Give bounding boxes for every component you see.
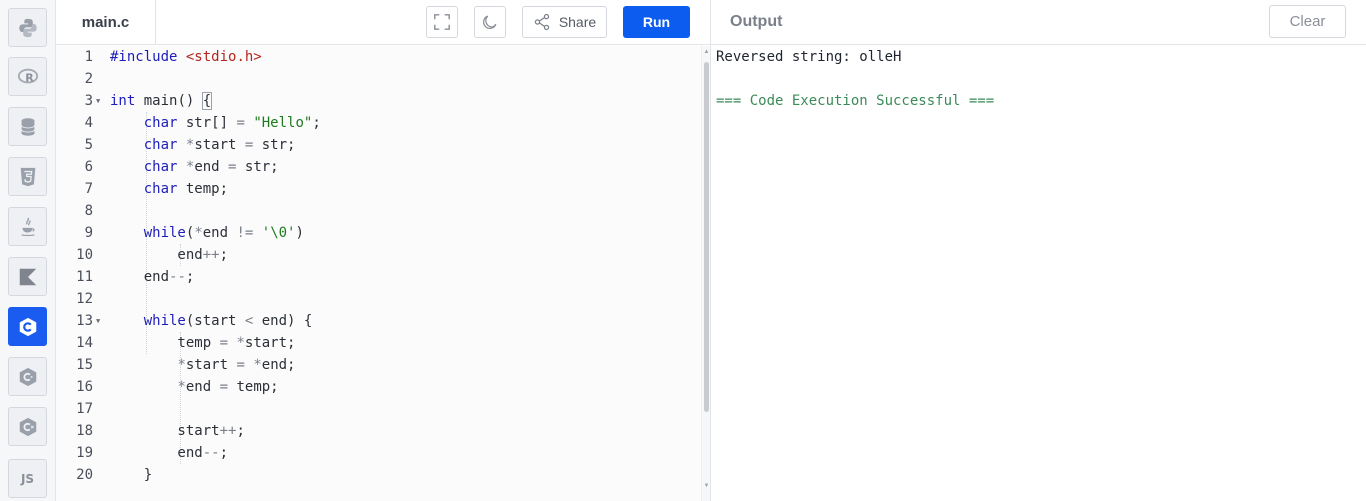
line-number: 9 [84,225,93,241]
code-line: 10 end++; [56,244,701,266]
line-number: 4 [84,115,93,131]
code-line: 3 ▼ int main() { [56,90,701,112]
kotlin-icon[interactable] [8,257,47,296]
line-number: 5 [84,137,93,153]
line-number: 18 [76,423,93,439]
line-number: 16 [76,379,93,395]
run-label: Run [642,14,671,30]
line-number: 3 [84,93,93,109]
line-number: 7 [84,181,93,197]
share-button[interactable]: Share [522,6,607,38]
fold-arrow-icon[interactable]: ▼ [96,310,104,332]
fold-arrow-icon[interactable]: ▼ [96,90,104,112]
file-tab[interactable]: main.c [56,0,156,45]
moon-icon [483,15,497,29]
line-number: 19 [76,445,93,461]
line-number: 2 [84,71,93,87]
line-number: 20 [76,467,93,483]
js-label: JS [20,471,35,486]
code-line: 19 end--; [56,442,701,464]
line-number: 15 [76,357,93,373]
line-number: 17 [76,401,93,417]
code-line: 1 #include <stdio.h> [56,46,701,68]
line-number: 11 [76,269,93,285]
code-line: 16 *end = temp; [56,376,701,398]
editor-scrollbar[interactable]: ▲ ▼ [701,46,710,501]
line-number: 1 [84,49,93,65]
run-button[interactable]: Run [623,6,690,38]
r-icon[interactable]: R [8,57,47,96]
line-number: 12 [76,291,93,307]
code-line: 11 end--; [56,266,701,288]
csharp-icon[interactable] [8,407,47,446]
output-header: Output Clear [711,0,1366,45]
code-line: 9 while(*end != '\0') [56,222,701,244]
line-number: 8 [84,203,93,219]
clear-button[interactable]: Clear [1269,5,1346,38]
fullscreen-button[interactable] [426,6,458,38]
cpp-icon[interactable] [8,357,47,396]
c-icon[interactable] [8,307,47,346]
code-line: 4 char str[] = "Hello"; [56,112,701,134]
code-line: 2 [56,68,701,90]
line-number: 10 [76,247,93,263]
output-line: Reversed string: olleH [716,49,902,65]
code-editor[interactable]: 1 #include <stdio.h> 2 3 ▼ int main() { … [56,46,701,501]
line-number: 14 [76,335,93,351]
line-number: 13 [76,313,93,329]
fullscreen-icon [434,14,450,30]
code-line: 13 ▼ while(start < end) { [56,310,701,332]
svg-text:R: R [25,71,34,84]
java-icon[interactable] [8,207,47,246]
code-line: 6 char *end = str; [56,156,701,178]
share-icon [534,13,550,31]
code-line: 14 temp = *start; [56,332,701,354]
html-icon[interactable] [8,157,47,196]
share-label: Share [558,14,597,30]
scroll-down-icon[interactable]: ▼ [703,482,710,490]
code-line: 8 [56,200,701,222]
scroll-thumb[interactable] [704,62,709,412]
code-line: 18 start++; [56,420,701,442]
output-title: Output [730,13,783,30]
code-line: 17 [56,398,701,420]
code-line: 7 char temp; [56,178,701,200]
js-icon[interactable]: JS [8,459,47,498]
scroll-up-icon[interactable]: ▲ [703,48,710,56]
editor-header: main.c Share Run [56,0,710,45]
clear-label: Clear [1289,13,1326,30]
sql-icon[interactable] [8,107,47,146]
language-sidebar: R JS [0,0,56,501]
code-line: 5 char *start = str; [56,134,701,156]
output-panel: Output Clear Reversed string: olleH === … [710,0,1366,501]
output-success-line: === Code Execution Successful === [716,93,995,109]
python-icon[interactable] [8,8,47,47]
line-number: 6 [84,159,93,175]
theme-toggle-button[interactable] [474,6,506,38]
file-name: main.c [81,14,130,31]
code-line: 12 [56,288,701,310]
code-line: 15 *start = *end; [56,354,701,376]
code-line: 20 } [56,464,701,486]
